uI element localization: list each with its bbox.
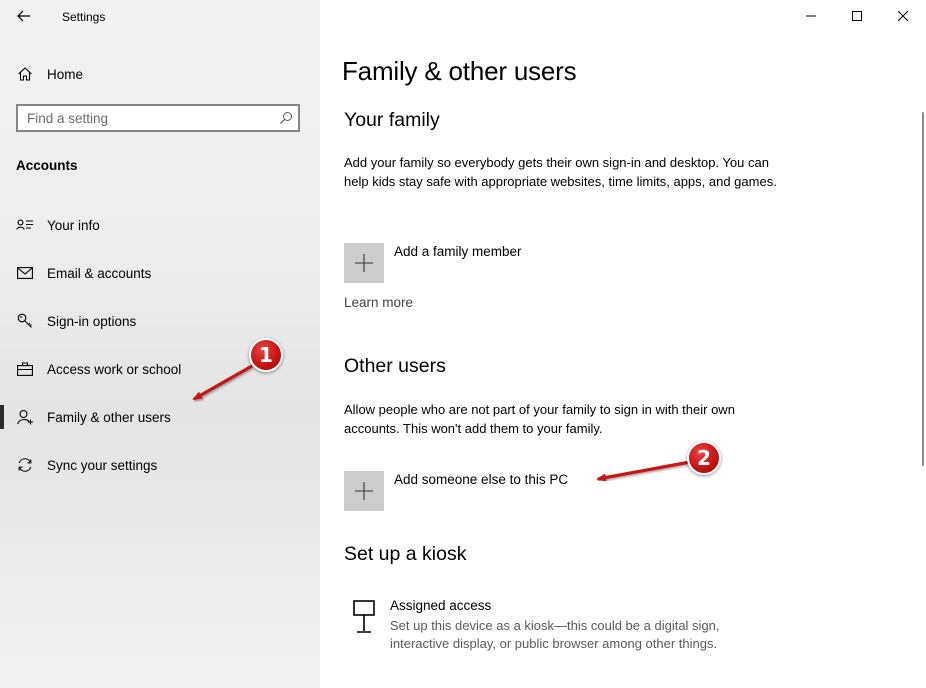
- assigned-access-text: Assigned access Set up this device as a …: [390, 598, 770, 653]
- key-icon: [16, 312, 34, 330]
- briefcase-icon: [16, 360, 34, 378]
- add-family-member-button[interactable]: Add a family member: [344, 243, 522, 283]
- add-someone-else-label: Add someone else to this PC: [394, 472, 569, 487]
- sidebar-item-label: Sign-in options: [47, 313, 137, 329]
- your-family-heading: Your family: [344, 109, 440, 131]
- back-button[interactable]: [8, 2, 40, 30]
- plus-icon: [344, 471, 384, 511]
- app-title: Settings: [62, 10, 106, 24]
- back-arrow-icon: [17, 10, 30, 22]
- assigned-access-item[interactable]: Assigned access Set up this device as a …: [344, 598, 770, 653]
- search-icon[interactable]: [274, 111, 298, 125]
- sidebar-item-label: Email & accounts: [47, 265, 152, 281]
- sidebar-item-label: Sync your settings: [47, 457, 158, 473]
- sidebar-item-family-other-users[interactable]: Family & other users: [0, 393, 320, 441]
- annotation-badge-1: 1: [249, 338, 283, 372]
- home-icon: [16, 65, 34, 83]
- minimize-button[interactable]: [788, 0, 834, 32]
- sidebar-item-label: Family & other users: [47, 409, 171, 425]
- caption-buttons: [788, 0, 926, 32]
- section-heading-accounts: Accounts: [16, 158, 78, 173]
- add-someone-else-button[interactable]: Add someone else to this PC: [344, 471, 568, 511]
- main-content: Family & other users Your family Add you…: [320, 0, 926, 688]
- other-users-description: Allow people who are not part of your fa…: [344, 402, 735, 436]
- assigned-access-title: Assigned access: [390, 598, 492, 613]
- title-bar: Settings: [0, 0, 320, 34]
- plus-icon: [344, 243, 384, 283]
- sidebar-item-sign-in-options[interactable]: Sign-in options: [0, 297, 320, 345]
- annotation-badge-2: 2: [687, 441, 721, 475]
- maximize-button[interactable]: [834, 0, 880, 32]
- mail-icon: [16, 264, 34, 282]
- sidebar-item-label: Access work or school: [47, 361, 182, 377]
- minimize-icon: [806, 15, 816, 17]
- assigned-access-description: Set up this device as a kiosk—this could…: [390, 618, 720, 651]
- nav-home[interactable]: Home: [16, 62, 83, 86]
- page-title: Family & other users: [342, 56, 577, 86]
- contact-card-icon: [16, 216, 34, 234]
- settings-window: Settings Home Accounts: [0, 0, 926, 688]
- search-box[interactable]: [16, 104, 300, 132]
- add-family-member-label: Add a family member: [394, 244, 522, 259]
- sync-icon: [16, 456, 34, 474]
- learn-more-link[interactable]: Learn more: [344, 295, 413, 310]
- sidebar-item-sync-settings[interactable]: Sync your settings: [0, 441, 320, 489]
- kiosk-icon: [344, 598, 384, 640]
- nav-home-label: Home: [47, 66, 84, 82]
- person-add-icon: [16, 408, 34, 426]
- your-family-description: Add your family so everybody gets their …: [344, 155, 777, 189]
- sidebar-item-label: Your info: [47, 217, 100, 233]
- close-icon: [898, 11, 908, 21]
- sidebar-item-your-info[interactable]: Your info: [0, 201, 320, 249]
- other-users-heading: Other users: [344, 355, 446, 377]
- maximize-icon: [852, 11, 862, 21]
- scrollbar[interactable]: [922, 112, 924, 466]
- close-button[interactable]: [880, 0, 926, 32]
- sidebar-item-email-accounts[interactable]: Email & accounts: [0, 249, 320, 297]
- search-input[interactable]: [18, 109, 274, 127]
- kiosk-heading: Set up a kiosk: [344, 543, 467, 565]
